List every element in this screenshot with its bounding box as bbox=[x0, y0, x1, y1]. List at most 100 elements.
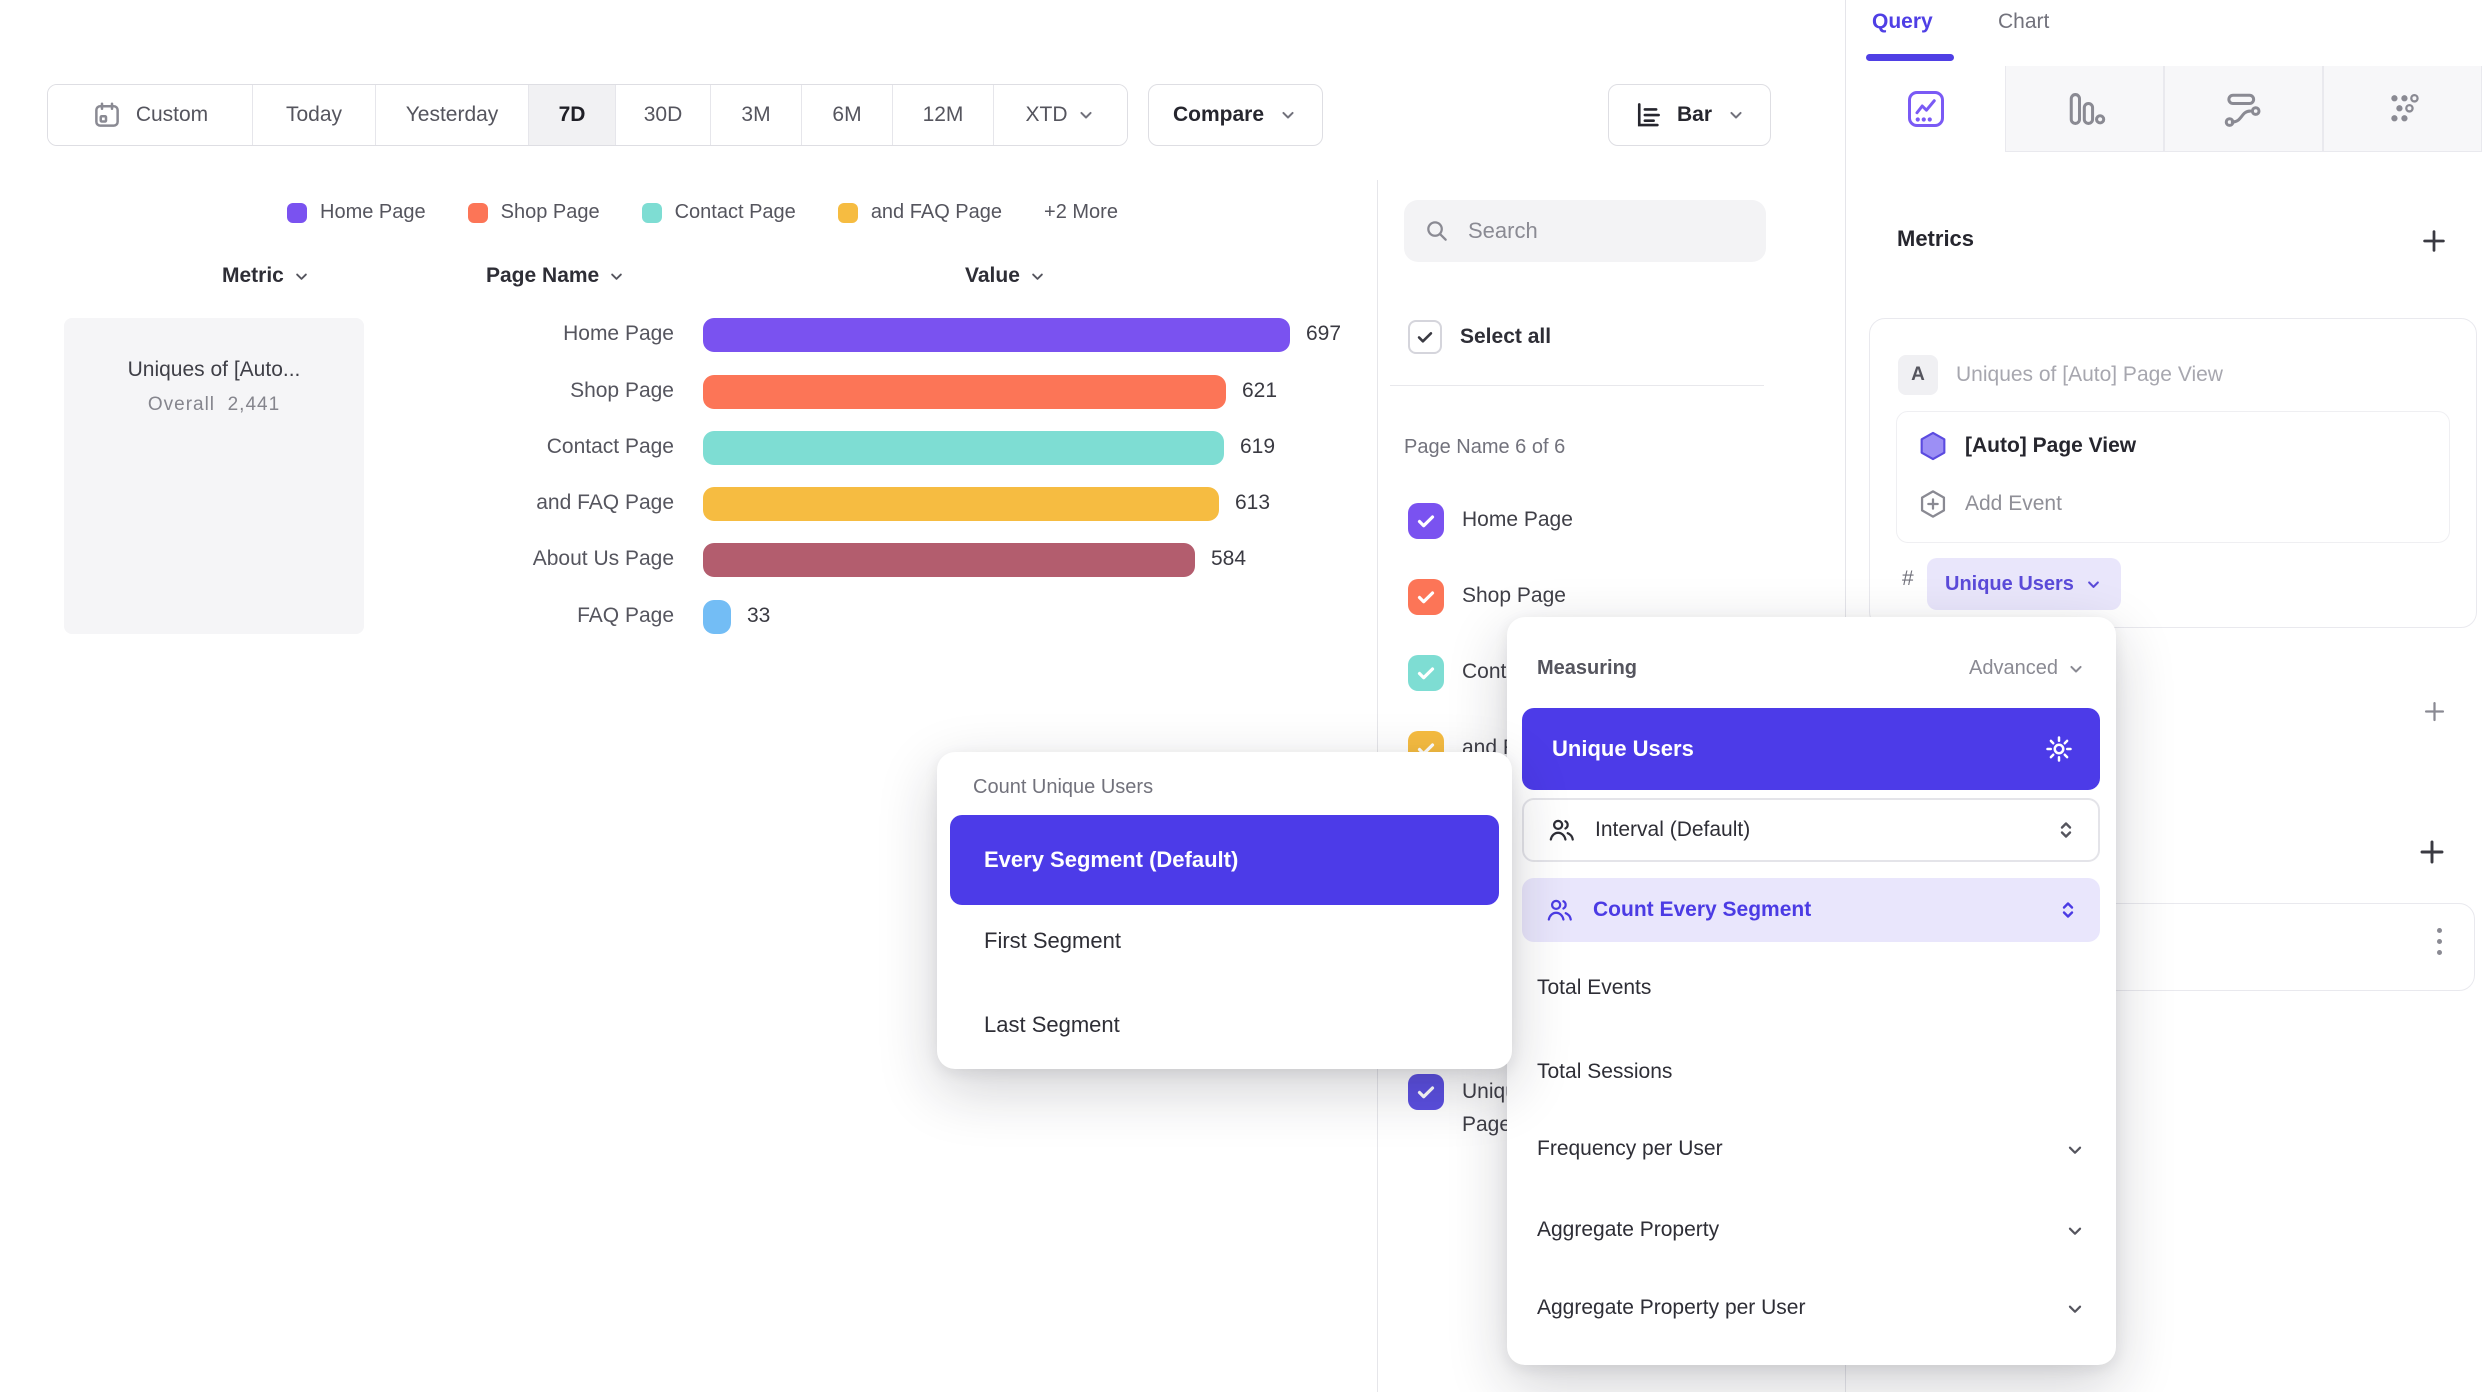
checked-checkbox[interactable] bbox=[1408, 503, 1444, 539]
column-header-metric[interactable]: Metric bbox=[222, 264, 311, 288]
range-today-button[interactable]: Today bbox=[253, 85, 376, 145]
measuring-option-frequency-per-user[interactable]: Frequency per User bbox=[1537, 1137, 1723, 1161]
count-option-first-segment[interactable]: First Segment bbox=[984, 928, 1121, 954]
chevron-down-icon[interactable] bbox=[2064, 1139, 2086, 1161]
bar[interactable] bbox=[703, 543, 1195, 577]
legend-swatch bbox=[287, 203, 307, 223]
chevron-down-icon bbox=[2084, 575, 2103, 594]
event-hexagon-icon bbox=[1917, 430, 1949, 462]
segment-count-selector[interactable]: Count Every Segment bbox=[1522, 878, 2100, 942]
add-event-row[interactable]: Add Event bbox=[1917, 488, 2062, 520]
calendar-icon bbox=[92, 100, 122, 130]
measuring-option-total-sessions[interactable]: Total Sessions bbox=[1537, 1060, 1672, 1084]
count-unique-users-popover: Count Unique Users Every Segment (Defaul… bbox=[937, 752, 1512, 1069]
legend-item[interactable]: Contact Page bbox=[642, 201, 796, 224]
table-row: Shop Page 621 bbox=[0, 375, 1370, 409]
count-popover-title: Count Unique Users bbox=[973, 776, 1153, 799]
funnels-icon bbox=[2063, 89, 2107, 129]
bar[interactable] bbox=[703, 600, 731, 634]
tab-query[interactable]: Query bbox=[1872, 10, 1933, 34]
range-30d-button[interactable]: 30D bbox=[616, 85, 711, 145]
users-icon bbox=[1546, 897, 1573, 924]
range-3m-button[interactable]: 3M bbox=[711, 85, 802, 145]
checked-checkbox[interactable] bbox=[1408, 579, 1444, 615]
legend-more-link[interactable]: +2 More bbox=[1044, 201, 1118, 224]
row-page-name: Home Page bbox=[380, 322, 674, 346]
range-7d-button[interactable]: 7D bbox=[529, 85, 616, 145]
date-range-group: Custom Today Yesterday 7D 30D 3M 6M 12M … bbox=[47, 84, 1128, 146]
metric-query-card: A Uniques of [Auto] Page View [Auto] Pag… bbox=[1869, 318, 2477, 628]
legend-swatch bbox=[838, 203, 858, 223]
row-page-name: Contact Page bbox=[380, 435, 674, 459]
bar[interactable] bbox=[703, 431, 1224, 465]
report-tab-flows[interactable] bbox=[2164, 66, 2323, 152]
bar[interactable] bbox=[703, 318, 1290, 352]
range-6m-button[interactable]: 6M bbox=[802, 85, 893, 145]
legend-item[interactable]: Home Page bbox=[287, 201, 426, 224]
search-input[interactable] bbox=[1466, 217, 1758, 245]
advanced-dropdown[interactable]: Advanced bbox=[1969, 657, 2086, 680]
measuring-option-unique-users[interactable]: Unique Users bbox=[1522, 708, 2100, 790]
select-all-checkbox[interactable] bbox=[1408, 320, 1442, 354]
event-row[interactable]: [Auto] Page View bbox=[1917, 430, 2136, 462]
chevron-down-icon[interactable] bbox=[2064, 1220, 2086, 1242]
chevron-down-icon[interactable] bbox=[2064, 1298, 2086, 1320]
measuring-option-aggregate-property-per-user[interactable]: Aggregate Property per User bbox=[1537, 1296, 1805, 1320]
legend-checkbox-row[interactable]: Shop Page bbox=[1408, 579, 1566, 615]
tab-chart[interactable]: Chart bbox=[1998, 10, 2049, 34]
bar-value: 621 bbox=[1242, 379, 1277, 403]
bar-value: 584 bbox=[1211, 547, 1246, 571]
add-breakdown-button[interactable] bbox=[2416, 836, 2448, 868]
checked-checkbox[interactable] bbox=[1408, 1074, 1444, 1110]
chevron-down-icon bbox=[2066, 659, 2086, 679]
legend-item[interactable]: Shop Page bbox=[468, 201, 600, 224]
stepper-icon bbox=[2054, 818, 2078, 842]
column-header-page-name[interactable]: Page Name bbox=[486, 264, 626, 288]
measuring-option-total-events[interactable]: Total Events bbox=[1537, 976, 1651, 1000]
row-page-name: and FAQ Page bbox=[380, 491, 674, 515]
chart-type-button[interactable]: Bar bbox=[1608, 84, 1771, 146]
legend-item[interactable]: and FAQ Page bbox=[838, 201, 1002, 224]
bar[interactable] bbox=[703, 375, 1226, 409]
metrics-section-title: Metrics bbox=[1897, 226, 1974, 252]
insights-icon bbox=[1905, 88, 1947, 130]
add-metric-button[interactable] bbox=[2419, 226, 2449, 256]
count-option-last-segment[interactable]: Last Segment bbox=[984, 1012, 1120, 1038]
bar-value: 619 bbox=[1240, 435, 1275, 459]
event-card: [Auto] Page View Add Event bbox=[1896, 411, 2450, 543]
legend-swatch bbox=[468, 203, 488, 223]
column-header-value[interactable]: Value bbox=[965, 264, 1047, 288]
count-option-every-segment[interactable]: Every Segment (Default) bbox=[950, 815, 1499, 905]
report-tab-insights[interactable] bbox=[1846, 66, 2005, 152]
measuring-option-aggregate-property[interactable]: Aggregate Property bbox=[1537, 1218, 1719, 1242]
gear-icon[interactable] bbox=[2044, 734, 2074, 764]
checked-checkbox[interactable] bbox=[1408, 655, 1444, 691]
bar-value: 697 bbox=[1306, 322, 1341, 346]
chevron-down-icon bbox=[1028, 267, 1047, 286]
range-custom-button[interactable]: Custom bbox=[48, 85, 253, 145]
report-tab-funnels[interactable] bbox=[2005, 66, 2164, 152]
aggregation-chip[interactable]: Unique Users bbox=[1927, 558, 2121, 610]
report-tab-more-reports[interactable] bbox=[2323, 66, 2482, 152]
range-12m-button[interactable]: 12M bbox=[893, 85, 994, 145]
select-all-row[interactable]: Select all bbox=[1408, 320, 1551, 354]
users-icon bbox=[1548, 817, 1575, 844]
chevron-down-icon bbox=[1726, 105, 1746, 125]
metric-cell[interactable]: Uniques of [Auto... Overall 2,441 bbox=[64, 318, 364, 634]
stepper-icon bbox=[2056, 898, 2080, 922]
range-yesterday-button[interactable]: Yesterday bbox=[376, 85, 529, 145]
flows-icon bbox=[2222, 89, 2266, 129]
range-xtd-button[interactable]: XTD bbox=[994, 85, 1127, 145]
add-filter-button[interactable] bbox=[2421, 698, 2448, 725]
compare-button[interactable]: Compare bbox=[1148, 84, 1323, 146]
legend-swatch bbox=[642, 203, 662, 223]
horizontal-bar-chart-icon bbox=[1633, 100, 1663, 130]
kebab-menu-icon[interactable] bbox=[2437, 928, 2442, 955]
row-page-name: FAQ Page bbox=[380, 604, 674, 628]
bar[interactable] bbox=[703, 487, 1219, 521]
legend-search[interactable] bbox=[1404, 200, 1766, 262]
legend-checkbox-row[interactable]: Home Page bbox=[1408, 503, 1573, 539]
add-event-icon bbox=[1917, 488, 1949, 520]
aggregation-hash: # bbox=[1902, 567, 1914, 591]
interval-selector[interactable]: Interval (Default) bbox=[1522, 798, 2100, 862]
